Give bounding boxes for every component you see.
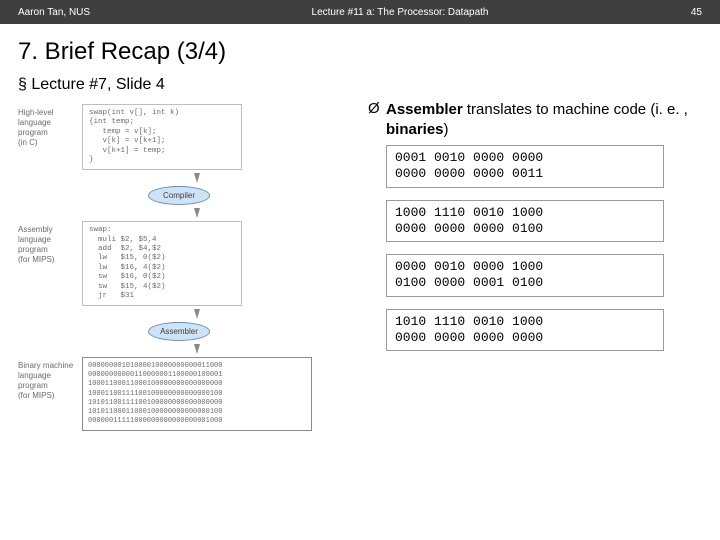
bold-assembler: Assembler xyxy=(386,101,463,118)
machine-code-block-2: 1000 1110 0010 1000 0000 0000 0000 0100 xyxy=(386,200,664,243)
asm-code: swap: muli $2, $5,4 add $2, $4,$2 lw $15… xyxy=(82,221,242,306)
hl-code: swap(int v[], int k) {int temp; temp = v… xyxy=(82,104,242,170)
arrow-down-icon xyxy=(194,173,200,183)
slide-top-bar: Aaron Tan, NUS Lecture #11 a: The Proces… xyxy=(0,0,720,24)
assembler-text: Assembler translates to machine code (i.… xyxy=(386,100,702,139)
arrow-down-icon xyxy=(194,344,200,354)
machine-code-block-1: 0001 0010 0000 0000 0000 0000 0000 0011 xyxy=(386,145,664,188)
author-text: Aaron Tan, NUS xyxy=(18,7,158,18)
arrow-down-icon xyxy=(194,309,200,319)
bold-binaries: binaries xyxy=(386,121,444,138)
stage-high-level: High-level language program (in C) swap(… xyxy=(18,104,348,170)
machine-code-group: 0001 0010 0000 0000 0000 0000 0000 0011 … xyxy=(386,145,702,351)
content-area: Lecture #7, Slide 4 High-level language … xyxy=(0,76,720,431)
page-title: 7. Brief Recap (3/4) xyxy=(18,38,702,66)
machine-code-block-4: 1010 1110 0010 1000 0000 0000 0000 0000 xyxy=(386,309,664,352)
stage-assembly: Assembly language program (for MIPS) swa… xyxy=(18,221,348,306)
slide-number: 45 xyxy=(642,7,702,18)
bin-label: Binary machine language program (for MIP… xyxy=(18,357,82,401)
assembler-oval: Assembler xyxy=(148,322,210,341)
stage-binary: Binary machine language program (for MIP… xyxy=(18,357,348,431)
compilation-diagram: High-level language program (in C) swap(… xyxy=(18,104,348,431)
left-column: Lecture #7, Slide 4 High-level language … xyxy=(18,76,348,431)
machine-code-block-3: 0000 0010 0000 1000 0100 0000 0001 0100 xyxy=(386,254,664,297)
bin-code: 00000000101000010000000000011000 0000000… xyxy=(82,357,312,431)
asm-label: Assembly language program (for MIPS) xyxy=(18,221,82,265)
arrow-down-icon xyxy=(194,208,200,218)
hl-label: High-level language program (in C) xyxy=(18,104,82,148)
assembler-bullet: Ø Assembler translates to machine code (… xyxy=(368,100,702,139)
bullet-marker-icon: Ø xyxy=(368,100,386,139)
compiler-oval: Compiler xyxy=(148,186,210,205)
lecture-title: Lecture #11 a: The Processor: Datapath xyxy=(158,7,642,18)
subheading: Lecture #7, Slide 4 xyxy=(18,76,348,94)
right-column: Ø Assembler translates to machine code (… xyxy=(348,76,702,431)
